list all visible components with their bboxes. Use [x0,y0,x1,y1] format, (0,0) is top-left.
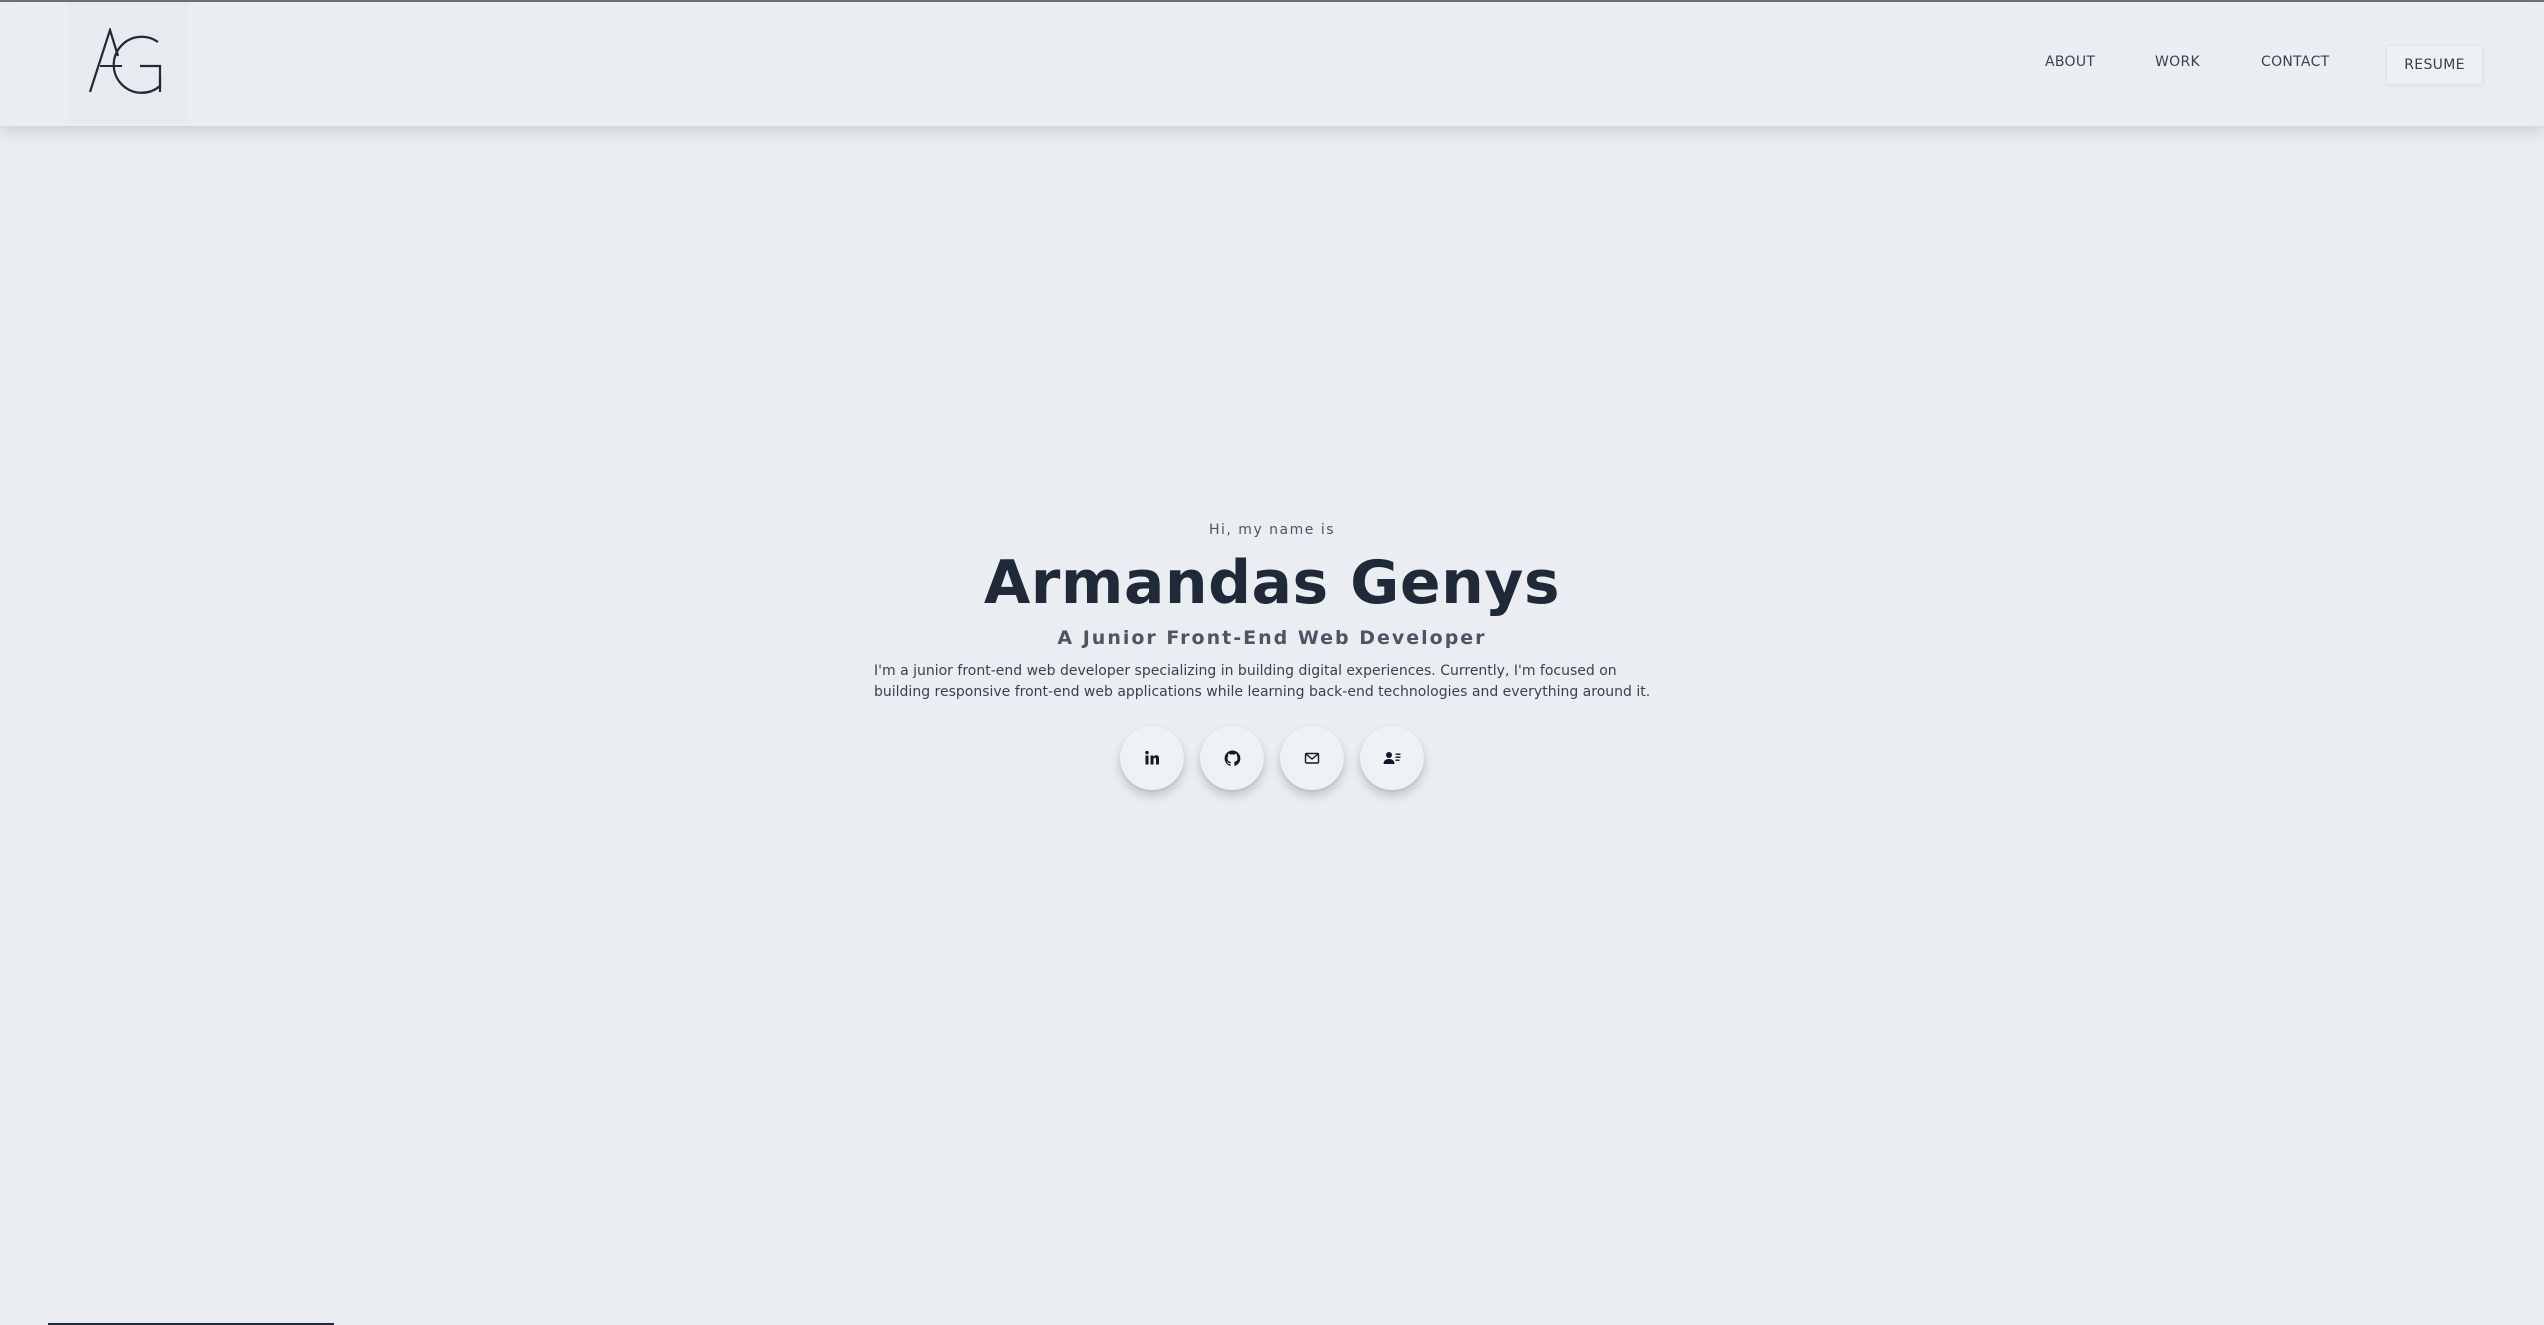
nav-link-about[interactable]: ABOUT [2045,54,2095,70]
email-button[interactable] [1280,726,1344,790]
nav-link-contact[interactable]: CONTACT [2261,54,2330,70]
ag-monogram-logo [88,28,162,94]
hero-description: I'm a junior front-end web developer spe… [874,663,1651,700]
linkedin-button[interactable] [1120,726,1184,790]
github-icon [1224,750,1240,766]
contact-card-icon [1383,752,1401,764]
linkedin-icon [1145,750,1159,765]
site-header: ABOUT WORK CONTACT RESUME [0,2,2544,126]
nav-link-work[interactable]: WORK [2155,54,2200,70]
hero-intro: Hi, my name is [1208,522,1336,538]
hero-name: Armandas Genys [983,548,1561,618]
contact-card-button[interactable] [1360,726,1424,790]
hero-role: A Junior Front-End Web Developer [1057,627,1487,649]
social-links [1120,726,1425,792]
resume-button[interactable]: RESUME [2386,45,2483,85]
github-button[interactable] [1200,726,1264,790]
logo[interactable] [69,2,187,124]
mail-icon [1304,752,1320,764]
